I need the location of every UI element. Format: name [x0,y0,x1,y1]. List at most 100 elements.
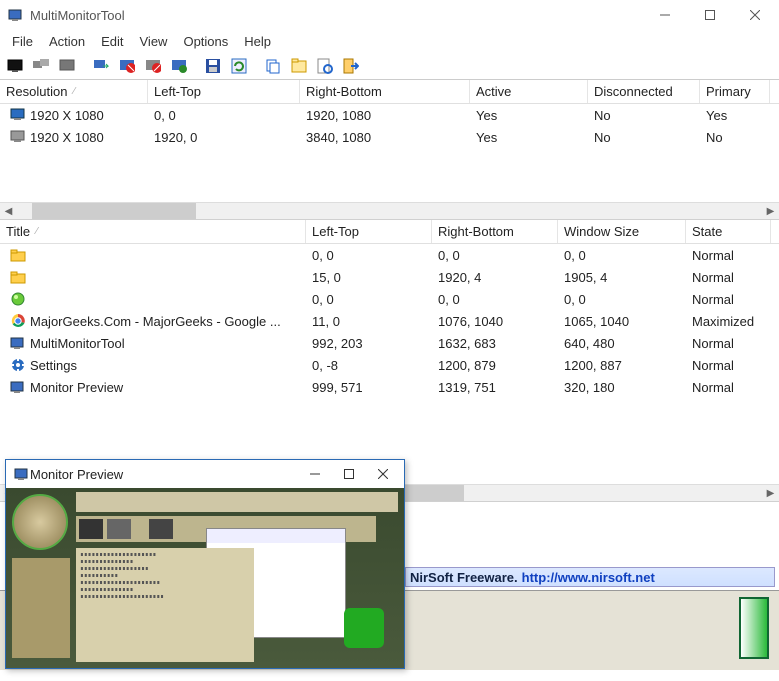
cell: 320, 180 [558,380,686,395]
scroll-track[interactable] [17,203,762,219]
cell: Monitor Preview [0,379,306,395]
menu-options[interactable]: Options [175,32,236,51]
table-row[interactable]: Settings0, -81200, 8791200, 887Normal [0,354,779,376]
column-header[interactable]: Title⁄ [0,220,306,243]
minimize-button[interactable] [642,1,687,29]
column-header[interactable]: Window Size [558,220,686,243]
scroll-left-arrow[interactable]: ◀ [0,203,17,220]
column-header[interactable]: Active [470,80,588,103]
copy-icon[interactable] [262,55,284,77]
app-icon [10,335,26,351]
cell: 11, 0 [306,314,432,329]
table-row[interactable]: 15, 01920, 41905, 4Normal [0,266,779,288]
gear-icon [10,357,26,373]
cell: Normal [686,336,771,351]
monitors-panel: Resolution⁄Left-TopRight-BottomActiveDis… [0,80,779,220]
monitor-blue-icon [10,107,26,123]
cell: Yes [470,108,588,123]
status-text: NirSoft Freeware. [410,570,518,585]
column-header[interactable]: Left-Top [306,220,432,243]
cell: 1920, 0 [148,130,300,145]
table-row[interactable]: 0, 00, 00, 0Normal [0,288,779,310]
cell: 999, 571 [306,380,432,395]
menu-bar: FileActionEditViewOptionsHelp [0,30,779,52]
table-row[interactable]: MajorGeeks.Com - MajorGeeks - Google ...… [0,310,779,332]
cell: Normal [686,248,771,263]
exit-icon[interactable] [340,55,362,77]
column-header[interactable]: State [686,220,771,243]
cell: 0, 0 [432,248,558,263]
cell: 1920, 4 [432,270,558,285]
green-orb-icon [10,291,26,307]
cell: 1920 X 1080 [0,107,148,123]
monitors-grey-icon[interactable] [30,55,52,77]
cell: 0, 0 [148,108,300,123]
cell [0,247,306,263]
column-header[interactable]: Right-Bottom [432,220,558,243]
menu-view[interactable]: View [132,32,176,51]
cell: Normal [686,292,771,307]
table-row[interactable]: Monitor Preview999, 5711319, 751320, 180… [0,376,779,398]
preview-maximize-button[interactable] [332,462,366,486]
cell: Yes [470,130,588,145]
menu-file[interactable]: File [4,32,41,51]
menu-action[interactable]: Action [41,32,93,51]
scroll-thumb[interactable] [32,203,196,219]
monitor-dim-icon[interactable] [56,55,78,77]
monitor-preview-window[interactable]: Monitor Preview ∎∎∎ ∎∎∎∎ ∎∎∎∎∎∎ ∎∎ ∎∎∎∎∎… [5,459,405,669]
monitors-h-scrollbar[interactable]: ◀ ▶ [0,202,779,219]
cell: Settings [0,357,306,373]
table-row[interactable]: MultiMonitorTool992, 2031632, 683640, 48… [0,332,779,354]
column-header[interactable]: Right-Bottom [300,80,470,103]
cell: 15, 0 [306,270,432,285]
menu-help[interactable]: Help [236,32,279,51]
refresh-icon[interactable] [228,55,250,77]
cell: MultiMonitorTool [0,335,306,351]
column-header[interactable]: Left-Top [148,80,300,103]
status-link[interactable]: http://www.nirsoft.net [522,570,655,585]
windows-header: Title⁄Left-TopRight-BottomWindow SizeSta… [0,220,779,244]
app-icon [14,466,30,482]
scroll-right-arrow[interactable]: ▶ [762,485,779,502]
cell: 0, 0 [306,248,432,263]
menu-edit[interactable]: Edit [93,32,131,51]
preview-minimize-button[interactable] [298,462,332,486]
title-bar: MultiMonitorTool [0,0,779,30]
cell: 1920, 1080 [300,108,470,123]
save-icon[interactable] [202,55,224,77]
scroll-right-arrow[interactable]: ▶ [762,203,779,220]
preview-title-bar[interactable]: Monitor Preview [6,460,404,488]
find-icon[interactable] [314,55,336,77]
column-header[interactable]: Resolution⁄ [0,80,148,103]
cell: No [588,108,700,123]
monitor-black-icon[interactable] [4,55,26,77]
monitor-off-icon[interactable] [116,55,138,77]
cell: Normal [686,380,771,395]
monitor-off2-icon[interactable] [142,55,164,77]
table-row[interactable]: 0, 00, 00, 0Normal [0,244,779,266]
column-header[interactable]: Primary [700,80,770,103]
desktop-gadget [739,597,769,659]
monitor-net-icon[interactable] [168,55,190,77]
column-header[interactable]: Disconnected [588,80,700,103]
table-row[interactable]: 1920 X 10800, 01920, 1080YesNoYes [0,104,779,126]
cell [0,269,306,285]
cell: 0, 0 [558,292,686,307]
properties-icon[interactable] [288,55,310,77]
cell: 0, 0 [558,248,686,263]
cell: Normal [686,358,771,373]
close-button[interactable] [732,1,777,29]
table-row[interactable]: 1920 X 10801920, 03840, 1080YesNoNo [0,126,779,148]
cell: 1319, 751 [432,380,558,395]
cell: No [588,130,700,145]
cell: 1065, 1040 [558,314,686,329]
preview-close-button[interactable] [366,462,400,486]
monitor-move-icon[interactable] [90,55,112,77]
chrome-icon [10,313,26,329]
maximize-button[interactable] [687,1,732,29]
cell: Maximized [686,314,771,329]
monitors-rows: 1920 X 10800, 01920, 1080YesNoYes1920 X … [0,104,779,148]
cell: 1200, 887 [558,358,686,373]
cell: 640, 480 [558,336,686,351]
cell: 3840, 1080 [300,130,470,145]
